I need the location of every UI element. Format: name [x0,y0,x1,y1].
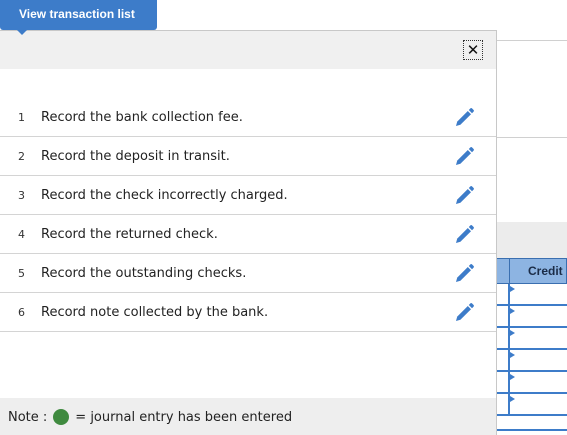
pencil-icon[interactable] [453,107,475,129]
entered-indicator-icon [53,409,70,425]
background-band [496,222,567,258]
item-number: 6 [18,305,25,319]
pencil-icon[interactable] [453,224,475,246]
legend-note: Note : = journal entry has been entered [0,398,496,435]
transaction-list-popup: ✕ 1 Record the bank collection fee. 2 Re… [0,30,497,435]
pencil-icon[interactable] [453,302,475,324]
row-marker-icon [510,374,515,380]
close-icon[interactable]: ✕ [463,40,483,60]
item-label: Record the deposit in transit. [41,148,230,164]
item-label: Record note collected by the bank. [41,304,269,320]
journal-row[interactable] [496,350,567,372]
item-label: Record the returned check. [41,226,218,242]
item-label: Record the outstanding checks. [41,265,247,281]
credit-column-header: Credit [496,258,567,284]
journal-row[interactable] [496,372,567,394]
journal-row[interactable] [496,306,567,328]
pencil-icon[interactable] [453,263,475,285]
journal-rows [496,284,567,434]
popup-header: ✕ [0,31,496,69]
view-transaction-list-button[interactable]: View transaction list [0,0,157,30]
item-label: Record the bank collection fee. [41,109,243,125]
tab-label: View transaction list [19,7,135,21]
list-item[interactable]: 2 Record the deposit in transit. [0,137,496,176]
credit-header-label: Credit [528,264,563,278]
item-number: 4 [18,227,25,241]
close-glyph: ✕ [466,40,480,59]
item-number: 1 [18,110,25,124]
note-text: = journal entry has been entered [75,409,293,425]
journal-bottom-border [496,429,567,431]
list-item[interactable]: 4 Record the returned check. [0,215,496,254]
item-number: 5 [18,266,25,280]
row-marker-icon [510,396,515,402]
list-item[interactable]: 3 Record the check incorrectly charged. [0,176,496,215]
row-marker-icon [510,308,515,314]
note-prefix: Note : [8,409,48,425]
journal-row[interactable] [496,328,567,350]
column-divider [509,259,510,283]
journal-row[interactable] [496,394,567,416]
transaction-list: 1 Record the bank collection fee. 2 Reco… [0,98,496,332]
pencil-icon[interactable] [453,185,475,207]
row-marker-icon [510,286,515,292]
list-item[interactable]: 5 Record the outstanding checks. [0,254,496,293]
item-number: 3 [18,188,25,202]
item-number: 2 [18,149,25,163]
row-marker-icon [510,352,515,358]
row-marker-icon [510,330,515,336]
item-label: Record the check incorrectly charged. [41,187,288,203]
caret-down-icon [17,30,27,35]
journal-row[interactable] [496,284,567,306]
pencil-icon[interactable] [453,146,475,168]
list-item[interactable]: 6 Record note collected by the bank. [0,293,496,332]
list-item[interactable]: 1 Record the bank collection fee. [0,98,496,137]
background-panel [496,40,567,138]
